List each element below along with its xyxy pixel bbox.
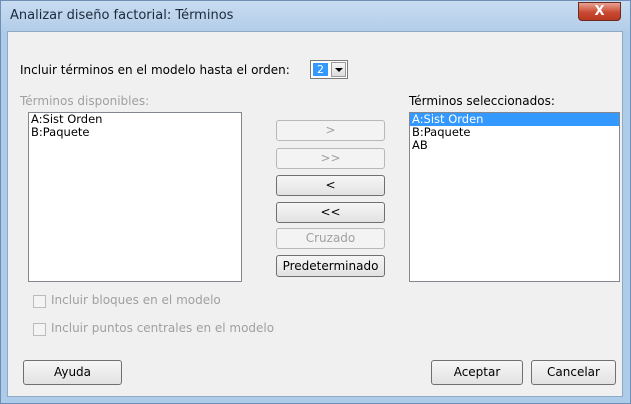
add-term-button[interactable]: > — [276, 120, 385, 141]
order-label: Incluir términos en el modelo hasta el o… — [20, 63, 290, 77]
close-icon: X — [594, 4, 605, 19]
default-button[interactable]: Predeterminado — [276, 255, 385, 277]
help-button[interactable]: Ayuda — [23, 360, 122, 385]
ok-button[interactable]: Aceptar — [431, 360, 523, 385]
center-points-label: Incluir puntos centrales en el modelo — [51, 321, 275, 335]
available-terms-label: Términos disponibles: — [20, 94, 150, 108]
remove-term-button[interactable]: < — [276, 175, 385, 196]
blocks-label: Incluir bloques en el modelo — [51, 293, 221, 307]
cancel-button[interactable]: Cancelar — [531, 360, 616, 385]
list-item[interactable]: B:Paquete — [29, 126, 241, 139]
order-value: 2 — [313, 63, 328, 76]
center-points-checkbox[interactable] — [33, 323, 46, 336]
add-all-terms-button[interactable]: >> — [276, 148, 385, 169]
available-terms-list[interactable]: A:Sist Orden B:Paquete — [28, 112, 242, 282]
dialog-client: Incluir términos en el modelo hasta el o… — [7, 31, 623, 397]
dialog-window: Analizar diseño factorial: Términos X In… — [0, 0, 631, 404]
selected-terms-list[interactable]: A:Sist Orden B:Paquete AB — [409, 112, 620, 282]
close-button[interactable]: X — [578, 2, 621, 21]
list-item[interactable]: B:Paquete — [410, 126, 619, 139]
list-item[interactable]: AB — [410, 139, 619, 152]
order-select[interactable]: 2 — [310, 60, 348, 79]
crossed-button[interactable]: Cruzado — [276, 228, 385, 249]
chevron-down-icon[interactable] — [331, 62, 346, 77]
dialog-title: Analizar diseño factorial: Términos — [10, 8, 234, 23]
remove-all-terms-button[interactable]: << — [276, 202, 385, 223]
blocks-checkbox[interactable] — [33, 295, 46, 308]
title-bar: Analizar diseño factorial: Términos X — [1, 1, 630, 31]
selected-terms-label: Términos seleccionados: — [409, 94, 555, 108]
